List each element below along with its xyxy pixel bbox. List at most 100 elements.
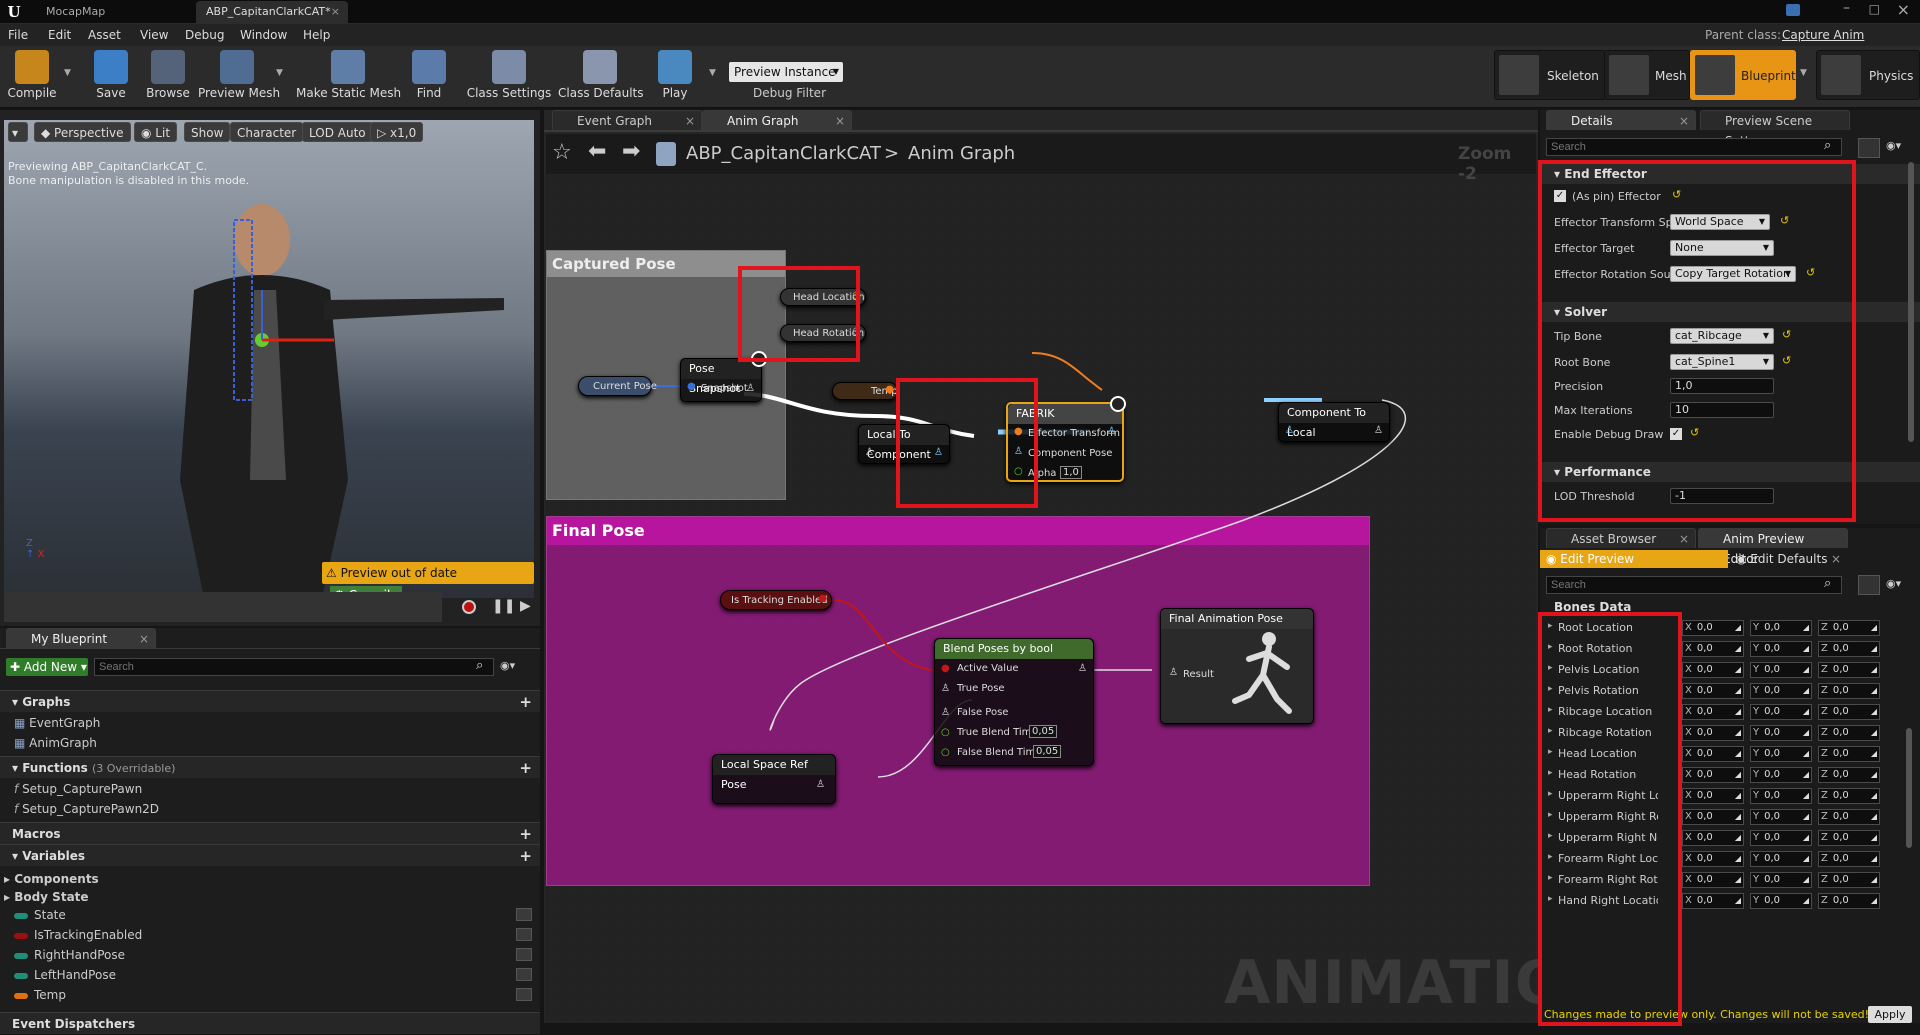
input-pin-icon[interactable]: ●: [941, 663, 950, 674]
drag-handle-icon[interactable]: ◢: [1803, 894, 1809, 908]
bone-z-field[interactable]: Z 0,0 ◢: [1818, 683, 1880, 699]
bone-x-field[interactable]: X 0,0 ◢: [1682, 683, 1744, 699]
drag-handle-icon[interactable]: ◢: [1735, 852, 1741, 866]
true-blend-time-field[interactable]: 0,05: [1029, 725, 1058, 738]
menu-window[interactable]: Window: [240, 24, 287, 46]
mode-skeleton[interactable]: Skeleton: [1494, 50, 1606, 100]
preview-search-input[interactable]: [1546, 576, 1842, 594]
tab-details[interactable]: Details ×: [1546, 110, 1696, 130]
drag-handle-icon[interactable]: ◢: [1735, 705, 1741, 719]
visibility-eye-icon[interactable]: [516, 948, 532, 961]
bone-z-field[interactable]: Z 0,0 ◢: [1818, 620, 1880, 636]
close-icon[interactable]: ×: [1679, 111, 1689, 131]
view-options-eye-icon[interactable]: ◉▾: [1886, 139, 1901, 152]
drag-handle-icon[interactable]: ◢: [1735, 726, 1741, 740]
drag-handle-icon[interactable]: ◢: [1803, 705, 1809, 719]
drag-handle-icon[interactable]: ◢: [1871, 642, 1877, 656]
variable-item[interactable]: IsTrackingEnabled: [14, 928, 532, 942]
tab-anim-preview-editor[interactable]: Anim Preview Editor ×: [1698, 528, 1848, 566]
bone-x-field[interactable]: X 0,0 ◢: [1682, 662, 1744, 678]
tab-my-blueprint[interactable]: My Blueprint ×: [6, 628, 156, 648]
variable-item[interactable]: State: [14, 908, 532, 922]
current-pose-node[interactable]: Current Pose: [578, 376, 657, 396]
make-static-mesh-button[interactable]: Make Static Mesh: [296, 48, 401, 106]
bone-y-field[interactable]: Y 0,0 ◢: [1750, 830, 1812, 846]
component-to-local-node[interactable]: Component To Local ♙ ♙: [1278, 402, 1390, 442]
drag-handle-icon[interactable]: ◢: [1803, 810, 1809, 824]
drag-handle-icon[interactable]: ◢: [1735, 642, 1741, 656]
pose-snapshot-node[interactable]: Pose Snapshot ● Snapshot ♙: [680, 351, 767, 402]
notification-icon[interactable]: [1786, 4, 1800, 16]
bone-y-field[interactable]: Y 0,0 ◢: [1750, 662, 1812, 678]
bone-x-field[interactable]: X 0,0 ◢: [1682, 788, 1744, 804]
pose-input-pin-icon[interactable]: ♙: [1169, 667, 1178, 678]
class-settings-button[interactable]: Class Settings: [464, 48, 554, 106]
pose-output-pin-icon[interactable]: ♙: [746, 383, 755, 394]
property-matrix-icon[interactable]: [1858, 138, 1880, 158]
edit-defaults-tab[interactable]: ◉ Edit Defaults: [1730, 550, 1920, 568]
bone-x-field[interactable]: X 0,0 ◢: [1682, 746, 1744, 762]
variable-item[interactable]: RightHandPose: [14, 948, 532, 962]
visibility-eye-icon[interactable]: [516, 968, 532, 981]
bone-y-field[interactable]: Y 0,0 ◢: [1750, 851, 1812, 867]
close-window-icon[interactable]: ×: [1897, 0, 1910, 19]
drag-handle-icon[interactable]: ◢: [1735, 831, 1741, 845]
preview-mesh-button[interactable]: Preview Mesh: [198, 48, 280, 106]
drag-handle-icon[interactable]: ◢: [1735, 684, 1741, 698]
local-space-ref-pose-node[interactable]: Local Space Ref Pose ♙: [712, 754, 836, 804]
event-dispatchers-section-header[interactable]: Event Dispatchers: [0, 1012, 540, 1034]
bone-x-field[interactable]: X 0,0 ◢: [1682, 872, 1744, 888]
macros-section-header[interactable]: Macros +: [0, 822, 540, 844]
drag-handle-icon[interactable]: ◢: [1871, 852, 1877, 866]
drag-handle-icon[interactable]: ◢: [1871, 789, 1877, 803]
view-options-eye-icon[interactable]: ◉▾: [1886, 577, 1901, 590]
mode-blueprint[interactable]: Blueprint: [1690, 50, 1796, 100]
drag-handle-icon[interactable]: ◢: [1871, 810, 1877, 824]
menu-help[interactable]: Help: [303, 24, 330, 46]
my-blueprint-search-input[interactable]: [94, 658, 494, 676]
drag-handle-icon[interactable]: ◢: [1871, 705, 1877, 719]
property-matrix-icon[interactable]: [1858, 575, 1880, 595]
bone-z-field[interactable]: Z 0,0 ◢: [1818, 830, 1880, 846]
lod-button[interactable]: LOD Auto: [302, 122, 373, 142]
mode-physics[interactable]: Physics: [1816, 50, 1920, 100]
show-button[interactable]: Show: [184, 122, 231, 142]
drag-handle-icon[interactable]: ◢: [1735, 768, 1741, 782]
false-blend-time-field[interactable]: 0,05: [1033, 745, 1062, 758]
drag-handle-icon[interactable]: ◢: [1735, 747, 1741, 761]
pose-input-pin-icon[interactable]: ♙: [941, 683, 950, 694]
bone-y-field[interactable]: Y 0,0 ◢: [1750, 809, 1812, 825]
view-options-eye-icon[interactable]: ◉▾: [500, 659, 515, 672]
add-macro-icon[interactable]: +: [519, 823, 532, 845]
menu-edit[interactable]: Edit: [48, 24, 71, 46]
bone-y-field[interactable]: Y 0,0 ◢: [1750, 893, 1812, 909]
viewport-canvas[interactable]: ▾ ◆ Perspective ◉ Lit Show Character LOD…: [4, 120, 534, 604]
function-item-setup-capturepawn2d[interactable]: f Setup_CapturePawn2D: [14, 802, 159, 816]
body-state-category[interactable]: ▸ Body State: [4, 890, 89, 904]
pose-output-pin-icon[interactable]: ♙: [1078, 663, 1087, 674]
components-category[interactable]: ▸ Components: [4, 872, 99, 886]
find-button[interactable]: Find: [406, 48, 452, 106]
add-variable-icon[interactable]: +: [519, 845, 532, 867]
blueprint-mode-chevron-icon[interactable]: ▼: [1800, 68, 1807, 78]
function-item-setup-capturepawn[interactable]: f Setup_CapturePawn: [14, 782, 142, 796]
bone-y-field[interactable]: Y 0,0 ◢: [1750, 620, 1812, 636]
play-button[interactable]: Play: [650, 48, 700, 106]
bone-x-field[interactable]: X 0,0 ◢: [1682, 851, 1744, 867]
preview-scrollbar[interactable]: [1906, 728, 1912, 848]
bone-z-field[interactable]: Z 0,0 ◢: [1818, 872, 1880, 888]
final-animation-pose-node[interactable]: Final Animation Pose ♙ Result: [1160, 608, 1314, 724]
input-pin-icon[interactable]: ○: [941, 727, 950, 738]
bone-z-field[interactable]: Z 0,0 ◢: [1818, 641, 1880, 657]
viewport-menu-button[interactable]: ▾: [8, 122, 28, 142]
drag-handle-icon[interactable]: ◢: [1871, 726, 1877, 740]
drag-handle-icon[interactable]: ◢: [1803, 852, 1809, 866]
input-pin-icon[interactable]: ○: [941, 747, 950, 758]
pose-output-pin-icon[interactable]: ♙: [1107, 426, 1116, 437]
output-pin-icon[interactable]: ●: [818, 593, 827, 604]
bone-y-field[interactable]: Y 0,0 ◢: [1750, 746, 1812, 762]
drag-handle-icon[interactable]: ◢: [1803, 873, 1809, 887]
drag-handle-icon[interactable]: ◢: [1803, 621, 1809, 635]
record-button[interactable]: [462, 600, 476, 614]
pose-input-pin-icon[interactable]: ♙: [1285, 425, 1294, 436]
